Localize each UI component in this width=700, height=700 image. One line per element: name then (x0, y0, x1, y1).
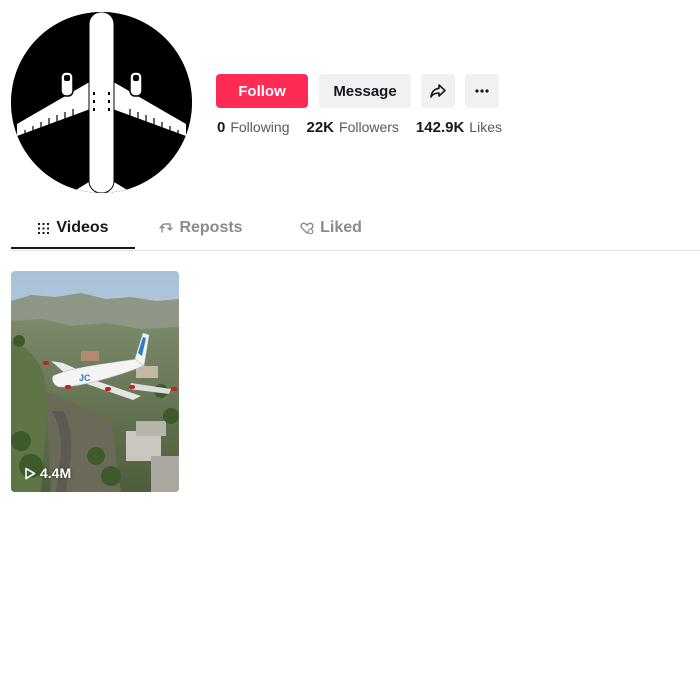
view-count: 4.4M (24, 465, 71, 481)
video-thumbnail[interactable]: JC 4.4M (11, 271, 179, 492)
tab-label: Liked (320, 219, 362, 236)
share-button[interactable] (421, 74, 455, 108)
stat-likes: 142.9K Likes (416, 119, 502, 136)
stat-following[interactable]: 0 Following (217, 119, 289, 136)
share-icon (430, 84, 446, 98)
profile-tabs: Videos Reposts Liked (11, 208, 700, 251)
repost-icon (159, 221, 174, 235)
tab-label: Reposts (179, 219, 243, 236)
tab-reposts[interactable]: Reposts (151, 208, 251, 248)
follow-button[interactable]: Follow (216, 74, 308, 108)
stat-label: Followers (339, 119, 399, 135)
more-options-button[interactable] (465, 74, 499, 108)
avatar[interactable] (11, 12, 192, 193)
stat-label: Likes (469, 119, 502, 135)
play-icon (24, 467, 36, 480)
tab-label: Videos (56, 219, 109, 236)
message-button[interactable]: Message (319, 74, 411, 108)
stat-value: 0 (217, 119, 226, 136)
heart-icon (300, 221, 314, 235)
more-icon (475, 89, 489, 93)
svg-text:JC: JC (79, 373, 91, 383)
video-thumbnail-image: JC (11, 271, 179, 492)
active-tab-indicator (11, 247, 135, 249)
airplane-icon (11, 12, 192, 193)
view-count-value: 4.4M (40, 465, 72, 481)
grid-icon (37, 222, 50, 235)
tab-liked[interactable]: Liked (286, 208, 376, 248)
profile-stats: 0 Following 22K Followers 142.9K Likes (217, 119, 519, 136)
stat-value: 142.9K (415, 119, 465, 136)
stat-label: Following (230, 119, 290, 135)
stat-value: 22K (306, 119, 335, 136)
profile-page: Follow Message 0 Following 22K Followers… (0, 0, 700, 700)
stat-followers[interactable]: 22K Followers (306, 119, 398, 136)
tab-videos[interactable]: Videos (11, 208, 135, 248)
